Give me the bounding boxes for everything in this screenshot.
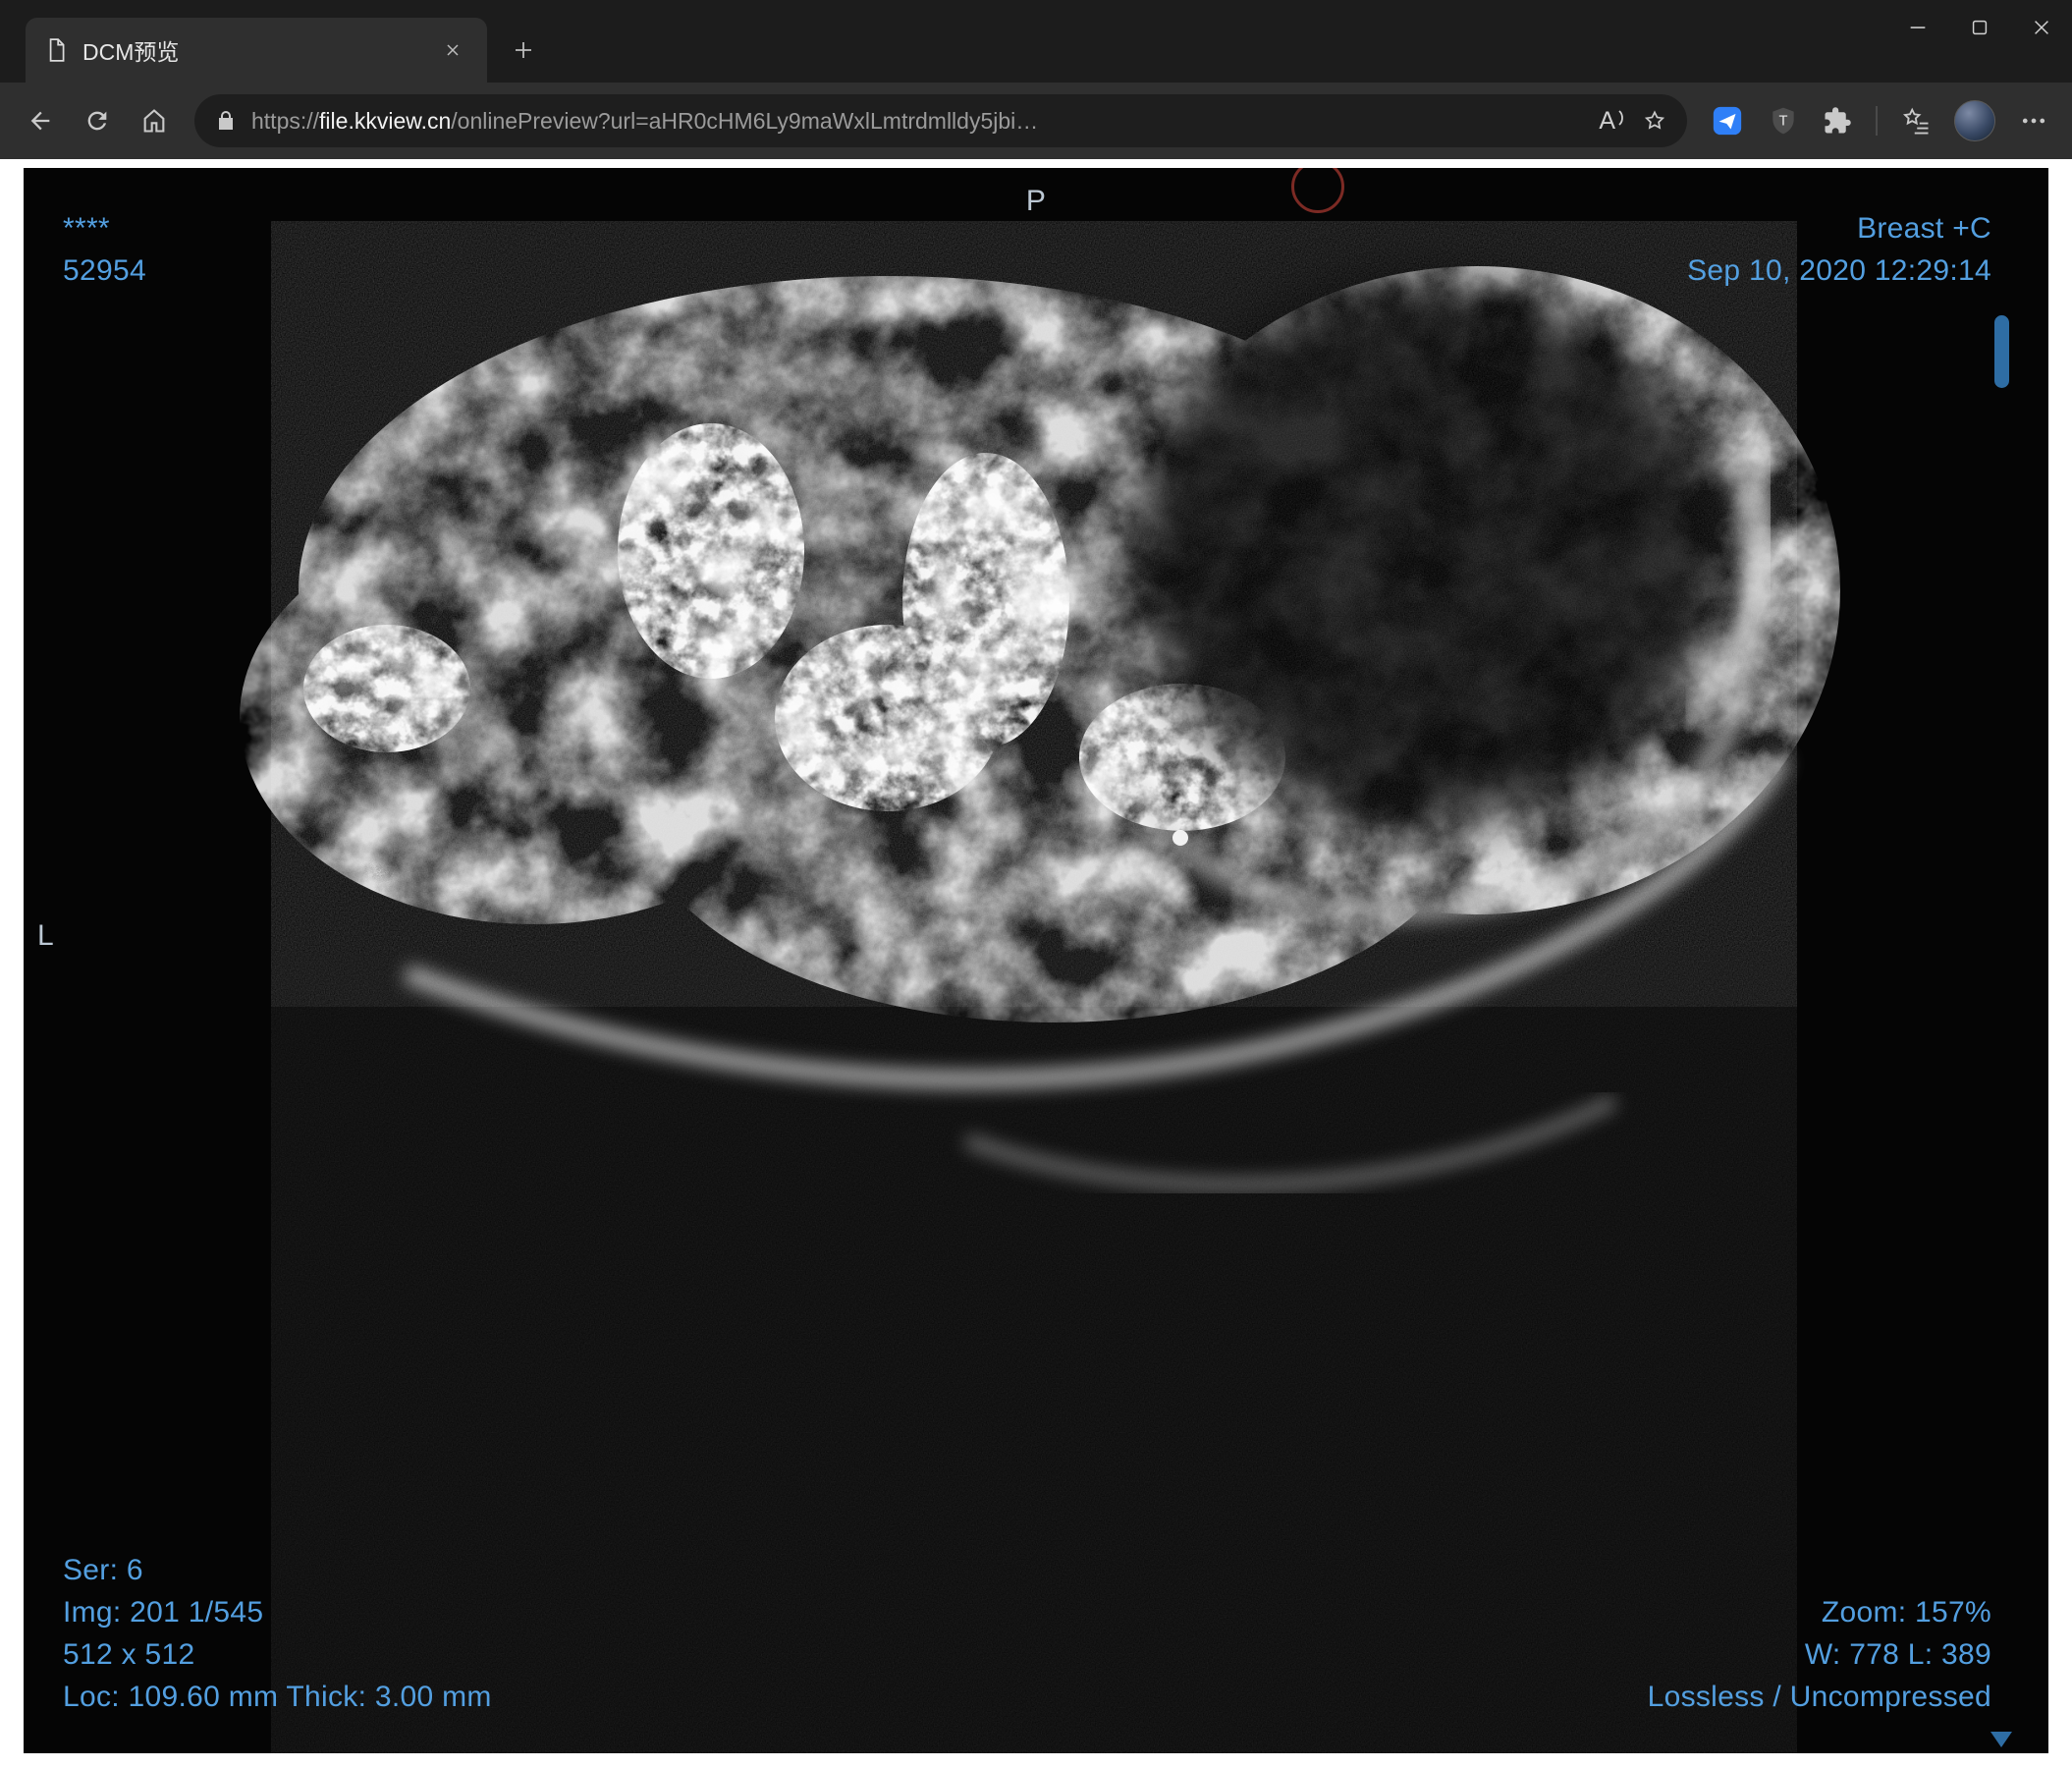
window-level: W: 778 L: 389	[1804, 1638, 1991, 1671]
more-options-icon[interactable]	[2019, 106, 2048, 136]
tab-close-button[interactable]	[436, 33, 469, 67]
zoom-level: Zoom: 157%	[1821, 1596, 1991, 1629]
dicom-image[interactable]	[24, 168, 2048, 1753]
lock-icon[interactable]	[214, 109, 238, 133]
minimize-button[interactable]	[1886, 0, 1948, 55]
address-bar[interactable]: https://file.kkview.cn/onlinePreview?url…	[194, 94, 1687, 147]
overlay-top-left: **** 52954	[63, 207, 146, 292]
url-host: file.kkview.cn	[319, 107, 452, 134]
overlay-bottom-right: Zoom: 157% W: 778 L: 389 Lossless / Unco…	[1648, 1591, 1991, 1718]
maximize-button[interactable]	[1948, 0, 2010, 55]
protocol-label: Breast +C	[1857, 212, 1991, 245]
compression-info: Lossless / Uncompressed	[1647, 1681, 1991, 1713]
favorites-hub-icon[interactable]	[1901, 106, 1931, 136]
back-button[interactable]	[16, 96, 65, 145]
svg-text:T: T	[1779, 114, 1788, 130]
read-aloud-button[interactable]: A	[1599, 107, 1628, 136]
browser-window: DCM预览 https://file.kkview.cn/onlinePrevi…	[0, 0, 2072, 1768]
accession-number: 52954	[63, 254, 146, 287]
overlay-bottom-left: Ser: 6 Img: 201 1/545 512 x 512 Loc: 109…	[63, 1549, 492, 1718]
matrix-size: 512 x 512	[63, 1638, 195, 1671]
tab-strip: DCM预览	[0, 0, 2072, 83]
read-aloud-label: A	[1599, 106, 1615, 135]
refresh-button[interactable]	[73, 96, 122, 145]
shield-t-extension-icon[interactable]: T	[1768, 105, 1799, 137]
home-button[interactable]	[130, 96, 179, 145]
slice-location: Loc: 109.60 mm Thick: 3.00 mm	[63, 1681, 492, 1713]
tab-title: DCM预览	[82, 39, 180, 65]
url-scheme: https://	[251, 107, 320, 134]
series-number: Ser: 6	[63, 1554, 143, 1586]
blue-extension-icon[interactable]	[1711, 104, 1744, 138]
series-scrollbar-thumb[interactable]	[1994, 315, 2009, 388]
page-document-icon	[43, 37, 69, 63]
study-datetime: Sep 10, 2020 12:29:14	[1687, 254, 1991, 287]
dicom-viewer[interactable]: **** 52954 P Breast +C Sep 10, 2020 12:2…	[24, 168, 2048, 1753]
new-tab-button[interactable]	[503, 29, 544, 71]
extensions-puzzle-icon[interactable]	[1823, 106, 1852, 136]
window-controls	[1886, 0, 2072, 55]
orientation-marker-posterior: P	[1025, 185, 1047, 217]
extension-cluster: T	[1703, 100, 2056, 141]
browser-tab-dcm-preview[interactable]: DCM预览	[26, 18, 487, 83]
image-number: Img: 201 1/545	[63, 1596, 264, 1629]
url-text[interactable]: https://file.kkview.cn/onlinePreview?url…	[251, 108, 1585, 135]
scroll-down-arrow-icon[interactable]	[1990, 1732, 2012, 1747]
masked-id: ****	[63, 212, 110, 245]
orientation-marker-left: L	[37, 919, 54, 952]
page-background: **** 52954 P Breast +C Sep 10, 2020 12:2…	[0, 159, 2072, 1768]
overlay-top-right: Breast +C Sep 10, 2020 12:29:14	[1687, 207, 1991, 292]
profile-avatar[interactable]	[1954, 100, 1995, 141]
toolbar-divider	[1876, 106, 1878, 136]
close-window-button[interactable]	[2010, 0, 2072, 55]
url-path: /onlinePreview?url=aHR0cHM6Ly9maWxlLmtrd…	[451, 107, 1039, 134]
favorite-star-icon[interactable]	[1642, 108, 1667, 134]
navigation-toolbar: https://file.kkview.cn/onlinePreview?url…	[0, 83, 2072, 159]
